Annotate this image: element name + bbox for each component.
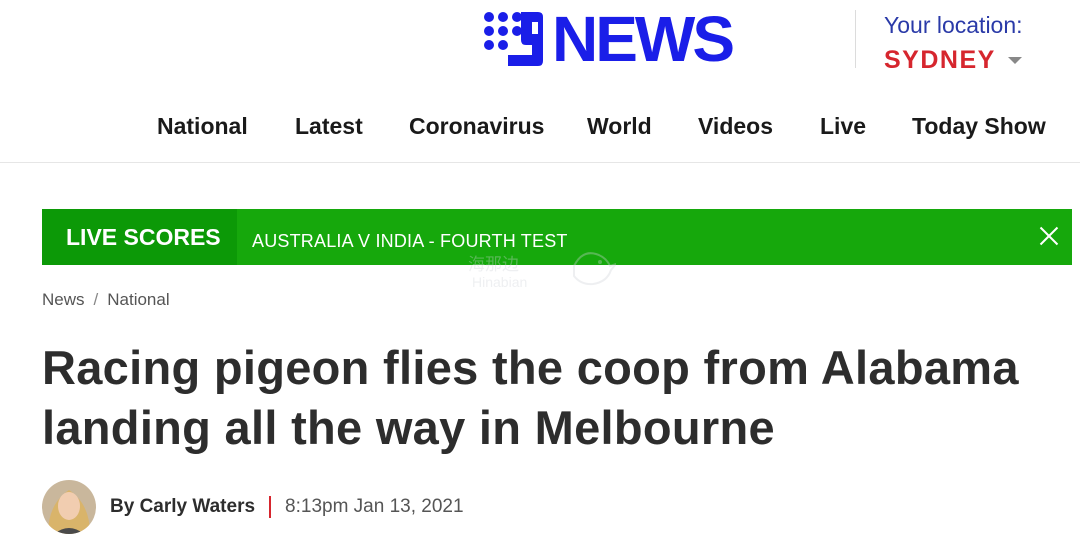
breadcrumb-national[interactable]: National [107, 290, 169, 310]
logo-wordmark: NEWS [552, 3, 735, 75]
live-scores-label: LIVE SCORES [42, 209, 237, 265]
byline-divider [269, 496, 272, 518]
location-label: Your location: [884, 12, 1023, 38]
article-byline: By Carly Waters 8:13pm Jan 13, 2021 [42, 480, 464, 534]
nav-item-world[interactable]: World [587, 108, 652, 144]
nav-item-live[interactable]: Live [820, 108, 866, 144]
article-headline: Racing pigeon flies the coop from Alabam… [42, 341, 1019, 454]
author-avatar[interactable] [42, 480, 96, 534]
nav-item-videos[interactable]: Videos [698, 108, 773, 144]
watermark-en-text: Hinabian [472, 274, 528, 290]
author-photo-icon [42, 480, 96, 534]
breadcrumb: News / National [42, 290, 170, 310]
site-header: NEWS Your location: SYDNEY National Late… [0, 0, 1080, 163]
author-name[interactable]: By Carly Waters [110, 496, 255, 518]
bird-icon [573, 252, 616, 286]
nav-item-today-show[interactable]: Today Show [912, 108, 1046, 144]
close-icon[interactable] [1036, 223, 1062, 249]
nine-dots-icon [484, 12, 543, 66]
publish-timestamp: 8:13pm Jan 13, 2021 [285, 496, 464, 517]
breadcrumb-separator: / [93, 290, 99, 309]
nine-news-logo[interactable]: NEWS [482, 3, 735, 75]
nav-item-national[interactable]: National [157, 108, 248, 144]
watermark-cn-text: 海那边 [468, 255, 519, 274]
header-divider [855, 10, 856, 68]
location-selector[interactable]: SYDNEY [884, 46, 1022, 75]
chevron-down-icon [1007, 57, 1022, 64]
nav-item-coronavirus[interactable]: Coronavirus [409, 108, 544, 144]
main-nav: National Latest Coronavirus World Videos… [0, 108, 1080, 144]
breadcrumb-news[interactable]: News [42, 290, 85, 310]
nav-item-latest[interactable]: Latest [295, 108, 363, 144]
hinabian-watermark: 海那边 Hinabian [466, 250, 616, 300]
location-city: SYDNEY [884, 46, 996, 74]
